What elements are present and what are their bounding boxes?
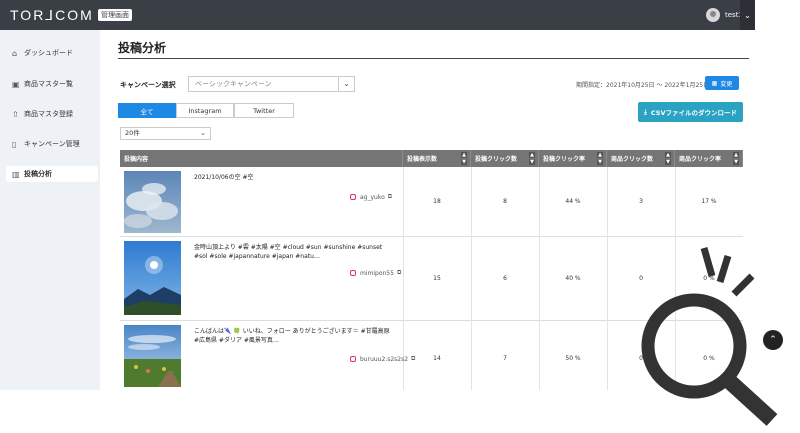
- campaign-select[interactable]: ベーシックキャンペーン ⌄: [188, 76, 355, 92]
- account-name: ag_yuko: [360, 193, 385, 201]
- sort-icon[interactable]: ▲ ▼: [597, 152, 603, 166]
- header-product-clicks[interactable]: 商品クリック数 ▲ ▼: [607, 150, 675, 167]
- header-clicks[interactable]: 投稿クリック数 ▲ ▼: [471, 150, 539, 167]
- sidebar-item-label: 商品マスター覧: [24, 80, 73, 88]
- tab-instagram[interactable]: Instagram: [176, 103, 234, 118]
- click-rate-value: 44 %: [565, 198, 581, 205]
- download-icon: ⤓: [644, 107, 647, 116]
- sort-icon[interactable]: ▲ ▼: [665, 152, 671, 166]
- post-thumbnail[interactable]: [124, 325, 181, 387]
- header-label: 商品クリック数: [611, 156, 654, 163]
- campaign-select-value: ベーシックキャンペーン: [195, 80, 272, 88]
- header-label: 投稿クリック数: [475, 156, 518, 163]
- sort-icon[interactable]: ▲ ▼: [733, 152, 739, 166]
- avatar: [706, 8, 720, 22]
- chart-icon: ▥: [12, 169, 20, 179]
- sort-icon[interactable]: ▲ ▼: [461, 152, 467, 166]
- views-value: 15: [433, 275, 441, 282]
- post-thumbnail[interactable]: [124, 171, 181, 233]
- sidebar-item-dashboard[interactable]: ⌂ ダッシュボード: [6, 45, 98, 61]
- account-name: mimipon55: [360, 269, 394, 277]
- post-account-link[interactable]: ag_yuko ⧉: [350, 193, 392, 201]
- post-text: 金時山頂上より #雲 #太陽 #空 #cloud #sun #sunshine …: [194, 244, 383, 260]
- header-product-click-rate[interactable]: 商品クリック率 ▲ ▼: [675, 150, 743, 167]
- header-label: 投稿クリック率: [543, 156, 586, 163]
- change-period-button[interactable]: ▦ 変更: [705, 76, 739, 90]
- top-bar: TOR⅃COM 管理画面 test1 様 ⌄: [0, 0, 755, 30]
- external-link-icon: ⧉: [387, 193, 393, 200]
- home-icon: ⌂: [12, 48, 18, 58]
- upload-icon: ⇧: [12, 109, 19, 119]
- views-value: 18: [433, 198, 441, 205]
- tab-twitter[interactable]: Twitter: [234, 103, 294, 118]
- clicks-value: 6: [503, 275, 507, 282]
- product-clicks-value: 3: [639, 198, 643, 205]
- post-text: こんばんは🌂 🍀 いいね、フォロー ありがとうございます＝ #甘羅高原 #広島県…: [194, 328, 390, 344]
- product-rate-value: 17 %: [701, 198, 717, 205]
- post-account-link[interactable]: mimipon55 ⧉: [350, 269, 401, 277]
- chevron-down-icon: ⌄: [338, 77, 354, 91]
- sidebar-item-label: 投稿分析: [24, 170, 52, 178]
- calendar-icon: ▦: [711, 79, 718, 87]
- sidebar-item-product-register[interactable]: ⇧ 商品マスタ登録: [6, 106, 98, 122]
- post-thumbnail[interactable]: [124, 241, 181, 315]
- bookmark-icon: ▯: [12, 139, 17, 149]
- instagram-icon: [350, 270, 356, 276]
- views-value: 14: [433, 355, 441, 362]
- sort-icon[interactable]: ▲ ▼: [529, 152, 535, 166]
- header-post-content: 投稿内容: [120, 150, 403, 167]
- admin-badge: 管理画面: [98, 9, 132, 21]
- header-label: 投稿表示数: [407, 156, 438, 163]
- instagram-icon: [350, 194, 356, 200]
- csv-button-label: CSVファイルのダウンロード: [650, 109, 737, 117]
- campaign-label: キャンペーン選択: [120, 81, 176, 89]
- sidebar-item-label: ダッシュボード: [24, 49, 73, 57]
- change-button-label: 変更: [720, 80, 733, 88]
- chevron-down-icon: ⌄: [200, 129, 206, 137]
- post-text: 2021/10/06の空 #空: [194, 174, 254, 181]
- sidebar-item-product-list[interactable]: ▣ 商品マスター覧: [6, 76, 98, 92]
- click-rate-value: 50 %: [565, 355, 581, 362]
- account-name: buruuu2.s2s2s2: [360, 355, 409, 363]
- box-icon: ▣: [12, 79, 20, 89]
- header-label: 投稿内容: [124, 156, 149, 163]
- period-text: 期間指定：2021年10月25日 〜 2022年1月25日: [576, 82, 710, 89]
- title-divider: [118, 58, 749, 59]
- header-click-rate[interactable]: 投稿クリック率 ▲ ▼: [539, 150, 607, 167]
- chevron-down-icon[interactable]: ⌄: [740, 0, 755, 30]
- clicks-value: 7: [503, 355, 507, 362]
- external-link-icon: ⧉: [396, 269, 402, 276]
- sidebar-item-campaign[interactable]: ▯ キャンペーン管理: [6, 136, 98, 152]
- sidebar-item-label: 商品マスタ登録: [24, 110, 73, 118]
- tab-all[interactable]: 全て: [118, 103, 176, 118]
- table-header: 投稿内容 投稿表示数 ▲ ▼ 投稿クリック数 ▲ ▼ 投稿クリック率 ▲ ▼ 商品クリック数…: [120, 150, 743, 167]
- instagram-icon: [350, 356, 356, 362]
- sidebar: ⌂ ダッシュボード ▣ 商品マスター覧 ⇧ 商品マスタ登録 ▯ キャンペーン管理…: [0, 30, 100, 390]
- page-size-select[interactable]: 20件 ⌄: [120, 127, 211, 140]
- clicks-value: 8: [503, 198, 507, 205]
- header-views[interactable]: 投稿表示数 ▲ ▼: [403, 150, 471, 167]
- magnifier-icon: [641, 247, 778, 426]
- sidebar-item-label: キャンペーン管理: [24, 140, 80, 148]
- logo: TOR⅃COM: [10, 7, 94, 23]
- page-title: 投稿分析: [118, 41, 167, 55]
- page-size-value: 20件: [125, 129, 140, 137]
- click-rate-value: 40 %: [565, 275, 581, 282]
- csv-download-button[interactable]: ⤓ CSVファイルのダウンロード: [638, 102, 743, 122]
- sidebar-item-post-analysis[interactable]: ▥ 投稿分析: [6, 166, 98, 182]
- header-label: 商品クリック率: [679, 156, 722, 163]
- table-row: 2021/10/06の空 #空 ag_yuko ⧉ 18 8 44 % 3 17…: [120, 167, 743, 237]
